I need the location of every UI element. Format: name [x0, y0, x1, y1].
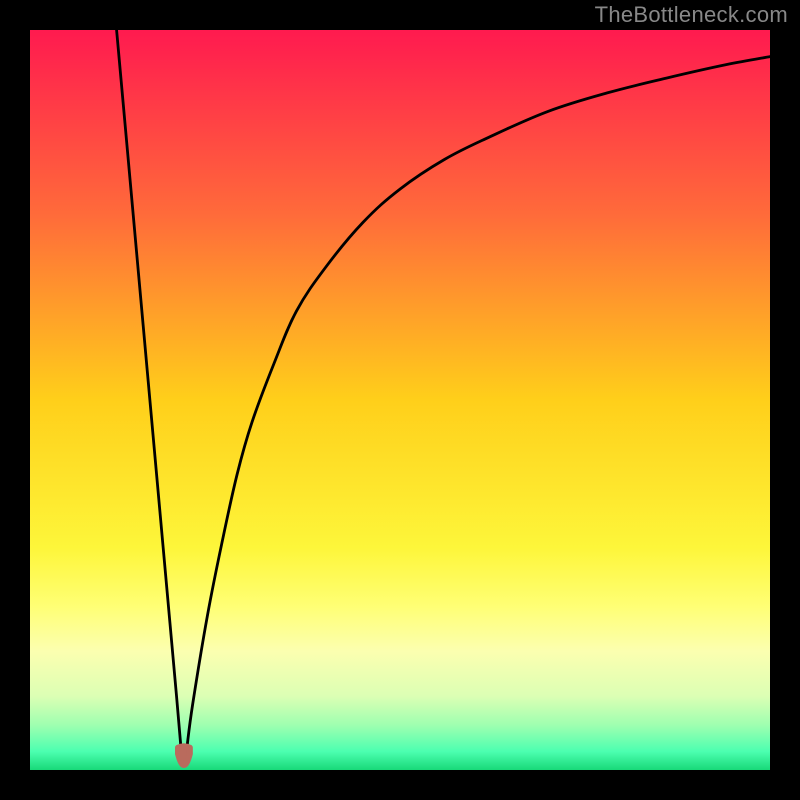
bottleneck-chart: [0, 0, 800, 800]
chart-frame: TheBottleneck.com: [0, 0, 800, 800]
minimum-marker: [178, 746, 190, 765]
plot-background: [30, 30, 770, 770]
watermark-label: TheBottleneck.com: [595, 2, 788, 28]
